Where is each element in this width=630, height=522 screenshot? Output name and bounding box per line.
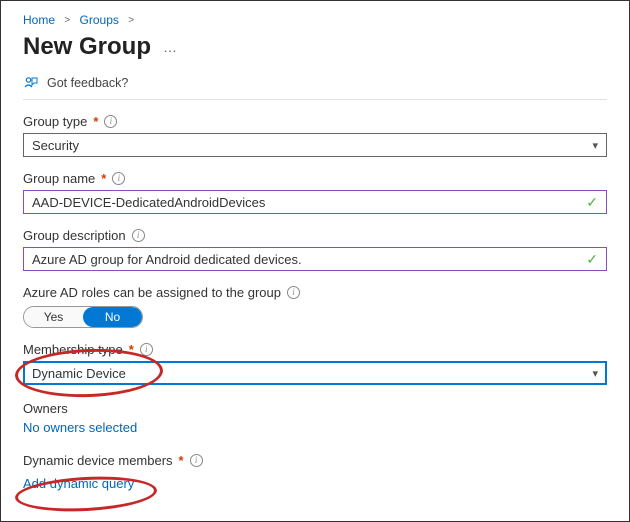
breadcrumb-home[interactable]: Home	[23, 13, 55, 27]
info-icon[interactable]: i	[104, 115, 117, 128]
info-icon[interactable]: i	[287, 286, 300, 299]
feedback-icon	[23, 75, 39, 91]
feedback-button[interactable]: Got feedback?	[23, 75, 607, 91]
aad-roles-label-text: Azure AD roles can be assigned to the gr…	[23, 285, 281, 300]
group-name-input[interactable]: AAD-DEVICE-DedicatedAndroidDevices ✓	[23, 190, 607, 214]
required-icon: *	[179, 453, 184, 468]
aad-roles-label: Azure AD roles can be assigned to the gr…	[23, 285, 607, 300]
required-icon: *	[93, 114, 98, 129]
info-icon[interactable]: i	[140, 343, 153, 356]
chevron-down-icon: ▾	[592, 367, 598, 380]
membership-type-label-text: Membership type	[23, 342, 123, 357]
group-type-label-text: Group type	[23, 114, 87, 129]
membership-type-value: Dynamic Device	[32, 366, 126, 381]
group-name-value: AAD-DEVICE-DedicatedAndroidDevices	[32, 195, 265, 210]
add-dynamic-query-link[interactable]: Add dynamic query	[23, 476, 134, 491]
breadcrumb-sep-icon: >	[64, 15, 70, 26]
group-name-label: Group name * i	[23, 171, 607, 186]
group-description-input[interactable]: Azure AD group for Android dedicated dev…	[23, 247, 607, 271]
group-description-label-text: Group description	[23, 228, 126, 243]
breadcrumb-groups[interactable]: Groups	[80, 13, 119, 27]
owners-selected-link[interactable]: No owners selected	[23, 420, 137, 435]
group-type-select[interactable]: Security ▾	[23, 133, 607, 157]
dynamic-members-label-text: Dynamic device members	[23, 453, 173, 468]
info-icon[interactable]: i	[112, 172, 125, 185]
membership-type-select[interactable]: Dynamic Device ▾	[23, 361, 607, 385]
feedback-label: Got feedback?	[47, 76, 128, 90]
info-icon[interactable]: i	[190, 454, 203, 467]
required-icon: *	[129, 342, 134, 357]
aad-roles-pill-group: Yes No	[23, 306, 143, 328]
more-actions-icon[interactable]: …	[163, 39, 177, 55]
chevron-down-icon: ▾	[592, 139, 598, 152]
divider	[23, 99, 607, 100]
owners-label: Owners	[23, 401, 607, 416]
aad-roles-yes-button[interactable]: Yes	[24, 307, 83, 327]
group-description-value: Azure AD group for Android dedicated dev…	[32, 252, 302, 267]
dynamic-members-label: Dynamic device members * i	[23, 453, 607, 468]
aad-roles-no-button[interactable]: No	[83, 307, 142, 327]
aad-roles-toggle: Yes No	[23, 306, 607, 328]
breadcrumb-sep-icon: >	[128, 15, 134, 26]
breadcrumb: Home > Groups >	[23, 13, 607, 27]
required-icon: *	[101, 171, 106, 186]
group-name-label-text: Group name	[23, 171, 95, 186]
page-title: New Group …	[23, 33, 607, 61]
group-type-value: Security	[32, 138, 79, 153]
checkmark-icon: ✓	[586, 194, 598, 211]
page-title-text: New Group	[23, 33, 151, 61]
membership-type-label: Membership type * i	[23, 342, 607, 357]
group-type-label: Group type * i	[23, 114, 607, 129]
checkmark-icon: ✓	[586, 251, 598, 268]
info-icon[interactable]: i	[132, 229, 145, 242]
group-description-label: Group description i	[23, 228, 607, 243]
